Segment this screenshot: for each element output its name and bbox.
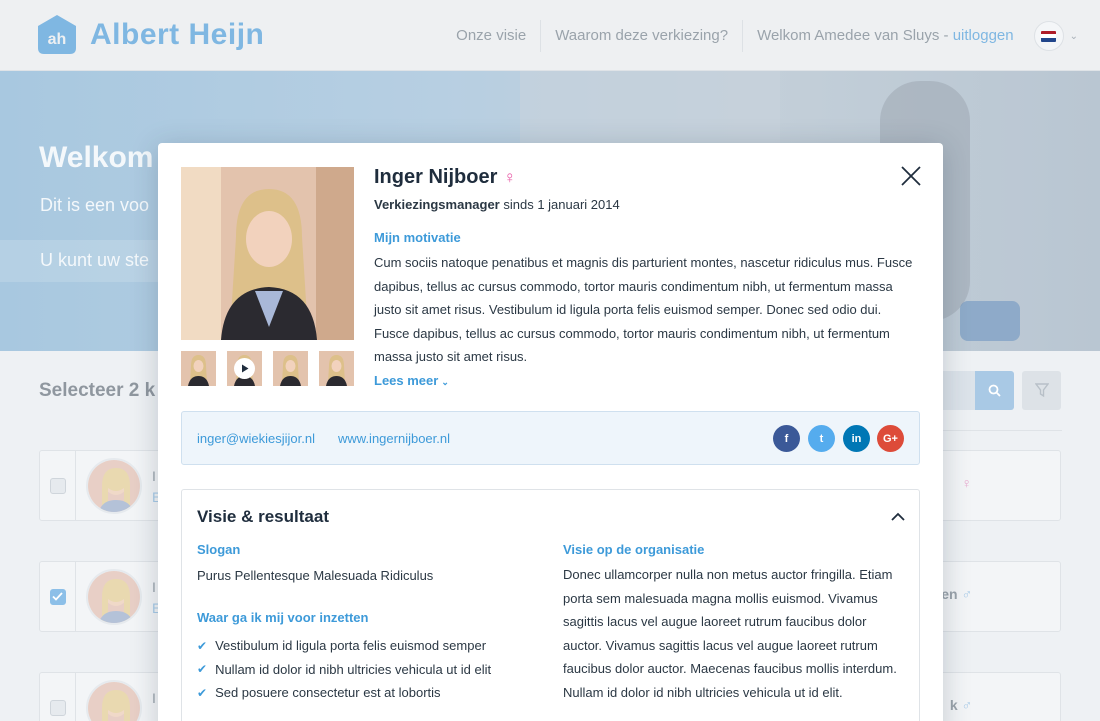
- candidate-name: I: [152, 468, 156, 484]
- candidate-checkbox[interactable]: [49, 699, 66, 716]
- candidate-name: Inger Nijboer: [374, 166, 498, 188]
- main-nav: Onze visie Waarom deze verkiezing? Welko…: [442, 20, 1078, 52]
- welcome-user: Welkom Amedee van Sluys - uitloggen: [743, 20, 1028, 52]
- vision-results-panel: Visie & resultaat Slogan Purus Pellentes…: [181, 489, 920, 721]
- role-since: sinds 1 januari 2014: [503, 197, 620, 212]
- checkmark-icon: [52, 592, 63, 601]
- contact-bar: inger@wiekiesjijor.nl www.ingernijboer.n…: [181, 411, 920, 465]
- vision-text: Donec ullamcorper nulla non metus auctor…: [563, 567, 897, 700]
- list-item: ✔ Vestibulum id ligula porta felis euismo…: [197, 638, 487, 654]
- avatar: [86, 569, 142, 625]
- motivation-text: Cum sociis natoque penatibus et magnis d…: [374, 255, 913, 364]
- video-thumbnail[interactable]: [227, 351, 262, 386]
- candidate-checkbox[interactable]: [49, 588, 66, 605]
- filter-icon: [1034, 383, 1049, 398]
- card-checkbox-cell: [40, 562, 76, 631]
- hero-cta-text: U kunt uw ste: [40, 250, 150, 270]
- card-checkbox-cell: [40, 451, 76, 520]
- hero-title: Welkom: [39, 141, 154, 174]
- male-icon: ♂: [961, 586, 973, 602]
- candidate-name-heading: Inger Nijboer ♀: [374, 166, 516, 189]
- twitter-icon[interactable]: t: [808, 425, 835, 452]
- goals-label: Waar ga ik mij voor inzetten: [197, 610, 369, 625]
- photo-thumbnail[interactable]: [181, 351, 216, 386]
- email-link[interactable]: inger@wiekiesjijor.nl: [197, 431, 315, 446]
- avatar: [86, 458, 142, 514]
- read-more-label: Lees meer: [374, 373, 439, 388]
- nav-waarom-verkiezing[interactable]: Waarom deze verkiezing?: [541, 20, 744, 52]
- search-icon: [988, 384, 1001, 397]
- select-candidates-label: Selecteer 2 k: [39, 380, 156, 401]
- female-icon: ♀: [503, 168, 517, 187]
- card-checkbox-cell: [40, 673, 76, 721]
- svg-text:ah: ah: [48, 31, 67, 48]
- candidate-right-text: ♀: [962, 475, 973, 491]
- slogan-text: Purus Pellentesque Malesuada Ridiculus: [197, 568, 434, 583]
- slogan-label: Slogan: [197, 542, 241, 557]
- candidate-name: I: [152, 579, 156, 595]
- play-icon: [234, 358, 255, 379]
- male-icon: ♂: [961, 697, 973, 713]
- panel-title: Visie & resultaat: [197, 507, 329, 526]
- website-link[interactable]: www.ingernijboer.nl: [338, 431, 450, 446]
- candidate-right-text: k ♂: [949, 697, 973, 713]
- albert-heijn-logo-icon: ah: [38, 15, 76, 54]
- hero-basket-shape: [960, 301, 1020, 341]
- photo-thumbnail[interactable]: [273, 351, 308, 386]
- logout-link[interactable]: uitloggen: [953, 27, 1014, 44]
- candidate-photo[interactable]: [181, 167, 354, 340]
- check-icon: ✔: [197, 638, 208, 653]
- vision-label: Visie op de organisatie: [563, 542, 705, 557]
- candidate-name: I: [152, 690, 156, 706]
- linkedin-icon[interactable]: in: [843, 425, 870, 452]
- brand-logo[interactable]: ah Albert Heijn: [36, 14, 264, 56]
- check-icon: ✔: [197, 685, 208, 700]
- chevron-down-icon: ⌄: [1069, 30, 1078, 42]
- goals-list: ✔ Vestibulum id ligula porta felis euismo…: [197, 634, 491, 705]
- list-item: ✔ Sed posuere consectetur est at lobortis: [197, 685, 441, 701]
- chevron-down-icon: ⌄: [441, 377, 449, 387]
- nav-onze-visie[interactable]: Onze visie: [442, 20, 542, 52]
- avatar: [86, 680, 142, 721]
- google-plus-icon[interactable]: G+: [877, 425, 904, 452]
- candidate-detail-modal: Inger Nijboer ♀ Verkiezingsmanager sinds …: [158, 143, 943, 721]
- chevron-up-icon[interactable]: [890, 510, 906, 524]
- language-selector[interactable]: ⌄: [1033, 21, 1078, 51]
- hero-subtitle: Dit is een voo: [40, 195, 150, 215]
- language-flag-button[interactable]: [1033, 21, 1064, 51]
- brand-name: Albert Heijn: [90, 18, 265, 51]
- facebook-icon[interactable]: f: [773, 425, 800, 452]
- welcome-text: Welkom Amedee van Sluys -: [757, 27, 949, 44]
- close-icon[interactable]: [899, 164, 923, 188]
- search-button[interactable]: [975, 371, 1014, 410]
- dutch-flag-icon: [1041, 30, 1057, 42]
- read-more-link[interactable]: Lees meer ⌄: [374, 373, 449, 388]
- female-icon: ♀: [961, 475, 973, 491]
- motivation-label: Mijn motivatie: [374, 230, 461, 245]
- role-title: Verkiezingsmanager: [374, 197, 500, 212]
- filter-button[interactable]: [1022, 371, 1061, 410]
- check-icon: ✔: [197, 662, 208, 677]
- candidate-checkbox[interactable]: [49, 477, 66, 494]
- photo-thumbnail[interactable]: [319, 351, 354, 386]
- top-navigation-bar: ah Albert Heijn Onze visie Waarom deze v…: [0, 0, 1100, 71]
- candidate-role: Verkiezingsmanager sinds 1 januari 2014: [374, 197, 620, 212]
- list-item: ✔ Nullam id dolor id nibh ultricies vehic…: [197, 661, 492, 677]
